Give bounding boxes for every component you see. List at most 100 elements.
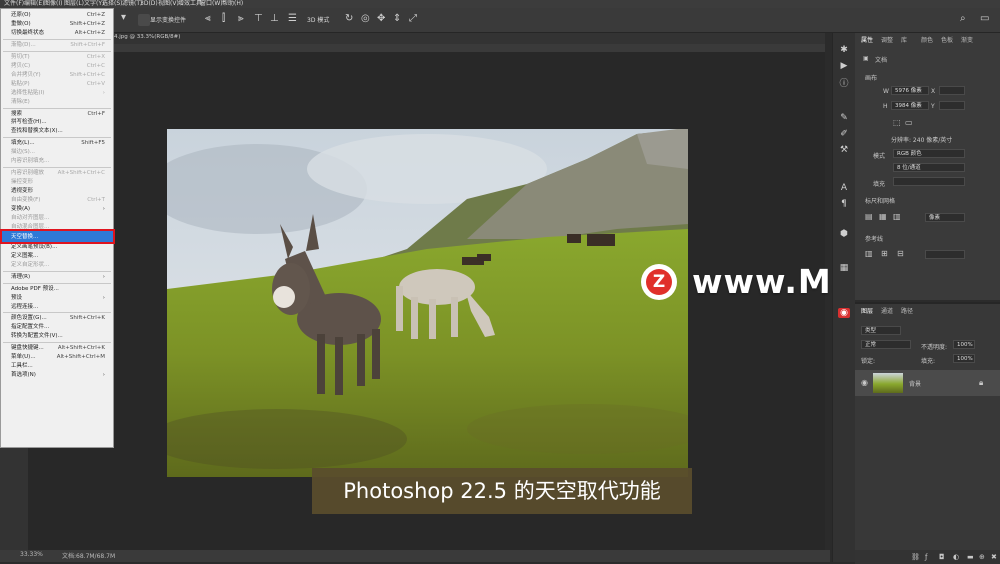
width-field[interactable]: 5976 像素 (891, 86, 929, 95)
fx-icon[interactable]: ƒ (925, 553, 927, 561)
menu-item-0[interactable]: 文件(F) (4, 0, 24, 8)
menu-item[interactable]: 转换为配置文件(V)... (1, 332, 113, 340)
menu-item-3[interactable]: 图层(L) (64, 0, 84, 8)
menu-item[interactable]: 切换最终状态 Alt+Ctrl+Z (1, 29, 113, 37)
menu-item[interactable]: 自由变换(F) Ctrl+T (1, 196, 113, 204)
menu-item-2[interactable]: 图像(I) (44, 0, 62, 8)
tab-paths[interactable]: 路径 (901, 306, 913, 315)
layer-row[interactable]: ◉ 背景 🔒︎ (855, 370, 1000, 396)
fill-select[interactable] (893, 177, 965, 186)
portrait-icon[interactable]: ⬚ (893, 118, 901, 127)
tab-channels[interactable]: 通道 (881, 306, 893, 315)
tab-properties[interactable]: 属性 (861, 35, 873, 44)
menu-item[interactable]: 合并拷贝(Y) Shift+Ctrl+C (1, 71, 113, 79)
fill-opacity-field[interactable]: 100% (953, 354, 975, 363)
mask-icon[interactable]: ◘ (939, 553, 945, 561)
zoom-level[interactable]: 33.33% (20, 551, 43, 558)
menu-item-10[interactable]: 窗口(W) (200, 0, 223, 8)
menu-item-7[interactable]: 3D(D) (140, 0, 158, 8)
checkbox-transform-controls[interactable] (138, 14, 150, 26)
glyphs-icon[interactable]: ⬢ (838, 229, 850, 239)
document-info[interactable]: 文档:68.7M/68.7M (62, 551, 115, 560)
menu-item[interactable]: 远程连接... (1, 303, 113, 311)
menu-item[interactable]: 自动对齐图层... (1, 214, 113, 222)
guide-layout-icon[interactable]: ⊟ (897, 249, 904, 258)
menu-item[interactable]: 颜色设置(G)... Shift+Ctrl+K (1, 314, 113, 322)
workspace-icon[interactable]: ▭ (980, 13, 989, 24)
menu-item[interactable]: 拷贝(C) Ctrl+C (1, 62, 113, 70)
link-icon[interactable]: ⛓ (911, 553, 920, 561)
menu-item[interactable]: 内容识别缩放 Alt+Shift+Ctrl+C (1, 169, 113, 177)
menu-item[interactable]: 定义画笔预设(B)... (1, 243, 113, 251)
menu-item-8[interactable]: 视图(V) (158, 0, 179, 8)
tab-adjustments[interactable]: 调整 (881, 35, 893, 44)
history-icon[interactable]: ✱ (838, 45, 850, 55)
donkey-photo[interactable] (167, 129, 688, 477)
tab-libraries[interactable]: 库 (901, 35, 907, 44)
align-right-icon[interactable]: ⫸ (238, 13, 244, 24)
menu-item[interactable]: 预设 › (1, 294, 113, 302)
menu-item[interactable]: 键盘快捷键... Alt+Shift+Ctrl+K (1, 344, 113, 352)
menu-item[interactable]: 查找和替换文本(X)... (1, 127, 113, 135)
menu-item[interactable]: 清理(R) › (1, 273, 113, 281)
guide-color-select[interactable] (925, 250, 965, 259)
y-field[interactable] (939, 101, 965, 110)
menu-item[interactable]: 定义图案... (1, 252, 113, 260)
menu-item[interactable]: 指定配置文件... (1, 323, 113, 331)
tab-gradients[interactable]: 渐变 (961, 35, 973, 44)
menu-item[interactable]: 还原(O) Ctrl+Z (1, 11, 113, 19)
blend-mode-select[interactable]: 正常 (861, 340, 911, 349)
menu-item[interactable]: 搜索 Ctrl+F (1, 110, 113, 118)
tab-layers[interactable]: 图层 (861, 306, 873, 315)
distribute-icon[interactable]: ☰ (288, 13, 297, 24)
menu-item[interactable]: 填充(L)... Shift+F5 (1, 139, 113, 147)
ruler-icon[interactable]: ▤ (865, 212, 873, 221)
clone-source-icon[interactable]: ⚒ (838, 145, 850, 155)
learn-icon[interactable]: ◉ (838, 308, 850, 318)
menu-item[interactable]: Adobe PDF 预设... (1, 285, 113, 293)
menu-item[interactable]: 菜单(U)... Alt+Shift+Ctrl+M (1, 353, 113, 361)
grid-icon[interactable]: ▦ (879, 212, 887, 221)
menu-item[interactable]: 操控变形 (1, 178, 113, 186)
menu-item[interactable]: 内容识别填充... (1, 157, 113, 165)
menu-item[interactable]: 首选项(N) › (1, 371, 113, 379)
menu-item[interactable]: 定义自定形状... (1, 261, 113, 269)
tab-color[interactable]: 颜色 (921, 35, 933, 44)
paragraph-icon[interactable]: ¶ (838, 199, 850, 209)
info-icon[interactable]: ⓘ (838, 79, 850, 89)
layer-name[interactable]: 背景 (909, 379, 921, 388)
menu-item-9[interactable]: 增效工具 (178, 0, 202, 8)
menu-item[interactable]: 拼写检查(H)... (1, 118, 113, 126)
trash-icon[interactable]: ✖ (991, 553, 997, 561)
menu-item[interactable]: 粘贴(P) Ctrl+V (1, 80, 113, 88)
align-top-icon[interactable]: ⊤ (254, 13, 263, 24)
align-bottom-icon[interactable]: ⊥ (270, 13, 279, 24)
scale-3d-icon[interactable]: ⤢ (409, 13, 417, 24)
x-field[interactable] (939, 86, 965, 95)
snap-icon[interactable]: ▥ (893, 212, 901, 221)
eye-icon[interactable]: ◉ (861, 378, 868, 387)
adjustment-icon[interactable]: ◐ (953, 553, 959, 561)
height-field[interactable]: 3984 像素 (891, 101, 929, 110)
menu-item[interactable]: 透视变形 (1, 187, 113, 195)
slide-3d-icon[interactable]: ⇕ (393, 13, 401, 24)
menu-item[interactable]: 工具栏... (1, 362, 113, 370)
rotate-3d-icon[interactable]: ↻ (345, 13, 353, 24)
menu-item[interactable]: 描边(S)... (1, 148, 113, 156)
align-center-icon[interactable]: ⫿ (222, 13, 225, 24)
folder-icon[interactable]: ▬ (967, 553, 974, 561)
brushes-icon[interactable]: ✐ (838, 129, 850, 139)
menu-item[interactable]: 重做(O) Shift+Ctrl+Z (1, 20, 113, 28)
brush-settings-icon[interactable]: ✎ (838, 113, 850, 123)
bit-depth-select[interactable]: 8 位/通道 (893, 163, 965, 172)
landscape-icon[interactable]: ▭ (905, 118, 913, 127)
menu-item[interactable]: 清除(E) (1, 98, 113, 106)
menu-item-11[interactable]: 帮助(H) (222, 0, 243, 8)
guide-lock-icon[interactable]: ⊞ (881, 249, 888, 258)
character-icon[interactable]: A (838, 183, 850, 193)
new-layer-icon[interactable]: ⊕ (979, 553, 985, 561)
layer-kind-filter[interactable]: 类型 (861, 326, 901, 335)
chevron-down-icon[interactable]: ▾ (121, 12, 126, 23)
orbit-3d-icon[interactable]: ◎ (361, 13, 370, 24)
menu-item[interactable]: 剪切(T) Ctrl+X (1, 53, 113, 61)
